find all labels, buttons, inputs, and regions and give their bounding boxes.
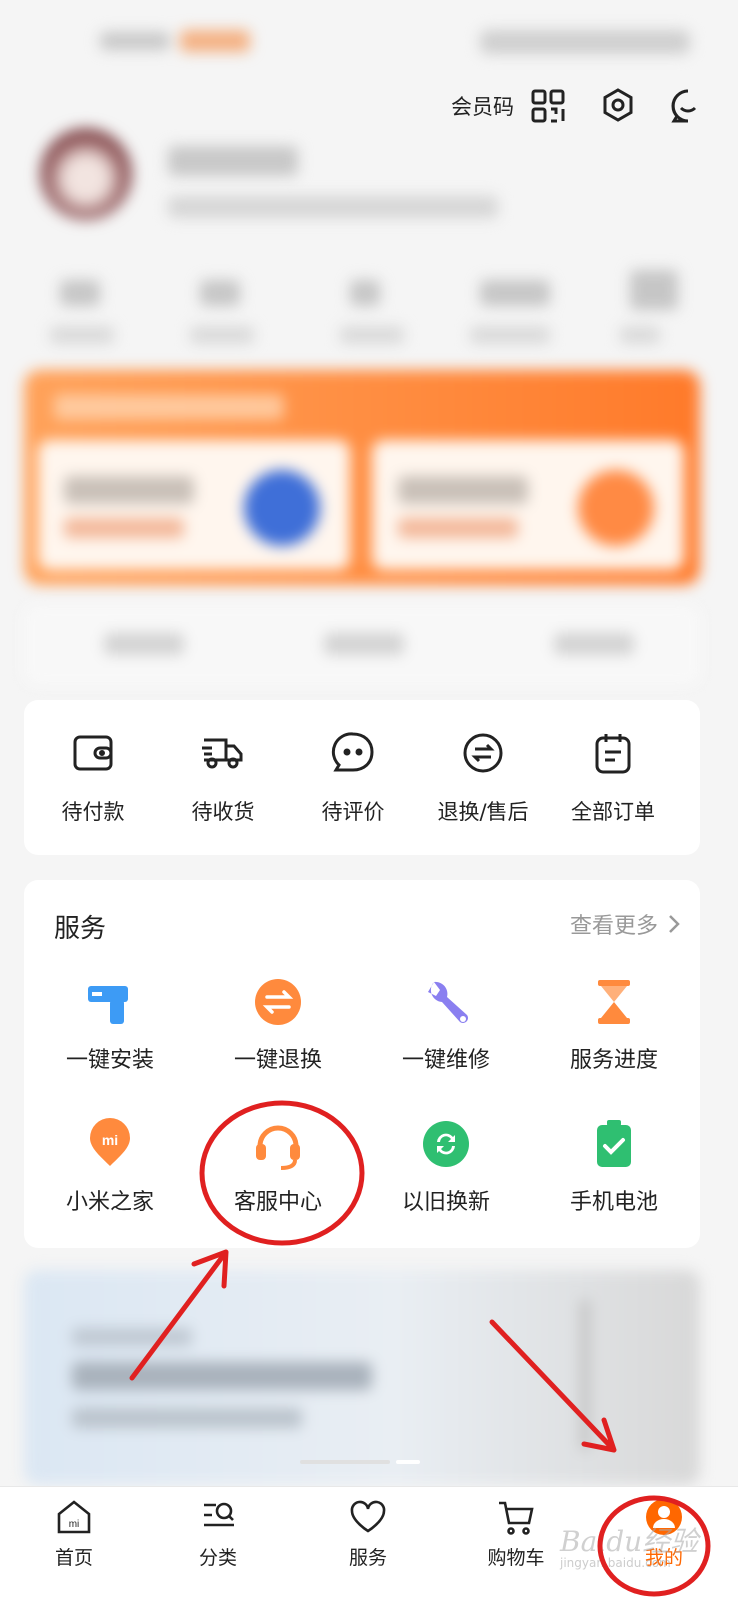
order-pending-receipt[interactable]: 待收货: [158, 730, 288, 830]
account-stats-blurred: [30, 270, 710, 360]
hourglass-icon: [598, 980, 630, 1024]
wallet-icon: [73, 735, 113, 771]
svg-text:mi: mi: [102, 1132, 118, 1148]
avatar[interactable]: [40, 128, 132, 220]
watermark-url: jingyan.baidu.com: [560, 1556, 671, 1570]
watermark: Baidu经验: [560, 1525, 699, 1558]
service-customer-center[interactable]: 客服中心: [198, 1118, 358, 1216]
promo-pager: [300, 1460, 420, 1464]
order-returns[interactable]: 退换/售后: [418, 730, 548, 830]
member-code-label[interactable]: 会员码: [451, 91, 514, 121]
service-one-click-return[interactable]: 一键退换: [198, 976, 358, 1074]
service-more-link[interactable]: 查看更多: [570, 908, 680, 940]
settings-gear-icon[interactable]: [598, 86, 638, 126]
service-more-label: 查看更多: [569, 914, 658, 939]
wallet-tabs-blurred: [24, 605, 700, 685]
delivery-truck-icon: [202, 738, 243, 769]
status-bar-left: [100, 28, 290, 54]
refresh-icon: [423, 1121, 469, 1167]
home-icon: mi: [57, 1500, 91, 1534]
nav-home[interactable]: mi 首页: [24, 1497, 124, 1570]
message-icon[interactable]: [668, 86, 708, 126]
swap-icon: [255, 979, 301, 1025]
service-mi-store[interactable]: mi 小米之家: [30, 1118, 190, 1216]
mi-store-icon: mi: [90, 1118, 130, 1166]
headset-icon: [256, 1125, 300, 1170]
drill-icon: [88, 986, 128, 1024]
service-title: 服务: [54, 914, 107, 944]
nav-category[interactable]: 分类: [168, 1497, 268, 1570]
service-card: 服务 查看更多 一键安装 一键退换 一键维修 服务进度 mi 小米之家 客服中心…: [24, 880, 700, 1248]
header-toolbar: 会员码: [451, 86, 708, 126]
qr-code-icon[interactable]: [528, 86, 568, 126]
chevron-right-icon: [669, 915, 680, 933]
service-phone-battery[interactable]: 手机电池: [534, 1118, 694, 1216]
orders-card: 待付款 待收货 待评价 退换/售后 全部订单: [24, 700, 700, 855]
chat-bubble-icon: [331, 732, 374, 772]
battery-icon: [597, 1120, 631, 1167]
account-info-blurred: [168, 196, 498, 218]
service-trade-in[interactable]: 以旧换新: [366, 1118, 526, 1216]
category-search-icon: [204, 1502, 234, 1527]
nav-cart[interactable]: 购物车: [466, 1497, 566, 1570]
service-progress[interactable]: 服务进度: [534, 976, 694, 1074]
status-bar: [0, 0, 738, 80]
promo-banner-blurred[interactable]: [24, 1270, 700, 1485]
nav-service[interactable]: 服务: [318, 1497, 418, 1570]
cart-icon: [499, 1501, 534, 1535]
wrench-icon: [428, 981, 468, 1023]
clipboard-icon: [595, 734, 631, 774]
order-pending-payment[interactable]: 待付款: [28, 730, 158, 830]
vip-banner-blurred[interactable]: [24, 370, 700, 585]
service-one-click-install[interactable]: 一键安装: [30, 976, 190, 1074]
svg-text:mi: mi: [69, 1519, 80, 1530]
order-pending-review[interactable]: 待评价: [288, 730, 418, 830]
username-blurred: [168, 146, 298, 176]
status-bar-right: [480, 30, 690, 54]
exchange-icon: [463, 733, 503, 773]
order-all[interactable]: 全部订单: [548, 730, 678, 830]
service-one-click-repair[interactable]: 一键维修: [366, 976, 526, 1074]
heart-icon: [350, 1500, 386, 1533]
